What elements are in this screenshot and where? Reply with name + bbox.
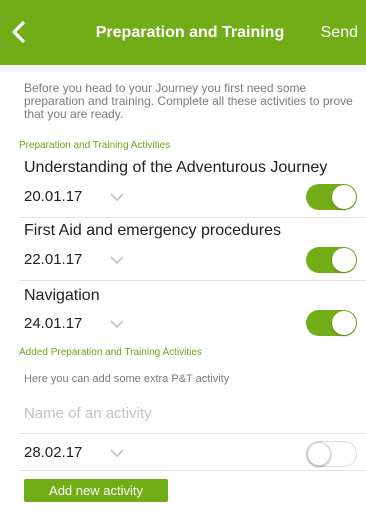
toggle-knob: [332, 185, 356, 209]
chevron-down-icon[interactable]: [110, 255, 124, 265]
added-activities-section-heading: Added Preparation and Training Activitie…: [19, 347, 202, 358]
activities-section-heading: Preparation and Training Activities: [19, 140, 171, 151]
navigation-bar: Preparation and Training Send: [0, 0, 366, 65]
activity-date[interactable]: 24.01.17: [24, 315, 82, 332]
page-title: Preparation and Training: [95, 24, 285, 41]
header-spacer: [0, 65, 366, 72]
activity-date[interactable]: 22.01.17: [24, 251, 82, 268]
activity-title: First Aid and emergency procedures: [24, 222, 282, 239]
add-new-activity-button[interactable]: Add new activity: [24, 479, 168, 502]
activity-complete-toggle[interactable]: [306, 310, 357, 336]
divider: [19, 280, 366, 281]
activity-title: Understanding of the Adventurous Journey: [24, 159, 328, 176]
activity-title: Navigation: [24, 287, 100, 304]
divider: [19, 433, 366, 434]
divider: [19, 470, 366, 471]
activity-complete-toggle[interactable]: [306, 184, 357, 210]
chevron-down-icon[interactable]: [110, 319, 124, 329]
helper-text: Here you can add some extra P&T activity: [24, 373, 230, 385]
bottom-spacer: [0, 510, 366, 530]
divider: [19, 217, 366, 218]
activity-date[interactable]: 20.01.17: [24, 188, 82, 205]
toggle-knob: [307, 442, 331, 466]
new-activity-complete-toggle[interactable]: [306, 441, 357, 467]
toggle-knob: [332, 311, 356, 335]
chevron-down-icon[interactable]: [110, 192, 124, 202]
new-activity-date[interactable]: 28.02.17: [24, 444, 82, 461]
intro-text: Before you head to your Journey you firs…: [24, 81, 353, 121]
toggle-knob: [332, 248, 356, 272]
activity-complete-toggle[interactable]: [306, 247, 357, 273]
chevron-down-icon[interactable]: [110, 448, 124, 458]
send-button[interactable]: Send: [321, 24, 358, 42]
activity-name-input[interactable]: [24, 402, 324, 424]
